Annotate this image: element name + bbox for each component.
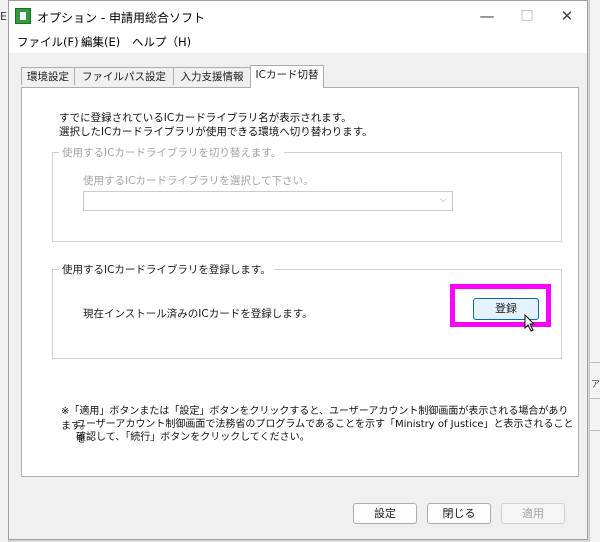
register-library-legend: 使用するICカードライブラリを登録します。 [59,262,274,277]
background-divider [590,430,600,431]
close-button[interactable]: 閉じる [427,503,491,524]
tab-environment[interactable]: 環境設定 [21,67,75,85]
register-library-text: 現在インストール済みのICカードを登録します。 [83,308,313,320]
description-line-2: 選択したICカードライブラリが使用できる環境へ切り替わります。 [59,126,373,138]
menu-file[interactable]: ファイル(F) [17,34,79,50]
title-bar[interactable]: オプション - 申請用総合ソフト — ☐ ✕ [9,1,587,31]
apply-button: 適用 [501,503,565,524]
menu-help[interactable]: ヘルプ（H) [132,34,191,50]
background-divider [590,398,600,399]
tab-ic-card-switch[interactable]: ICカード切替 [250,65,324,88]
menu-edit[interactable]: 編集(E) [81,34,120,50]
menu-bar: ファイル(F) 編集(E) ヘルプ（H) [9,31,587,53]
chevron-down-icon: ⌵ [439,194,447,205]
note-line-3: 確認して、「続行」ボタンをクリックしてください。 [76,432,310,443]
close-window-button[interactable]: ✕ [547,1,587,31]
options-dialog: オプション - 申請用総合ソフト — ☐ ✕ ファイル(F) 編集(E) ヘルプ… [8,0,588,540]
window-title: オプション - 申請用総合ソフト [37,11,205,25]
mouse-cursor-icon [524,314,536,332]
background-app-left-label: E [0,10,7,23]
minimize-button[interactable]: — [467,1,507,31]
select-library-prompt: 使用するICカードライブラリを選択して下さい。 [83,175,314,187]
background-divider [590,362,600,363]
description-line-1: すでに登録されているICカードライブラリ名が表示されます。 [59,112,352,124]
switch-library-group: 使用するICカードライブラリを切り替えます。 使用するICカードライブラリを選択… [52,145,562,242]
tab-input-support[interactable]: 入力支援情報 [173,67,251,85]
background-app-right-label: ア [590,380,600,390]
ic-card-tab-panel: すでに登録されているICカードライブラリ名が表示されます。 選択したICカードラ… [21,87,579,477]
switch-library-legend: 使用するICカードライブラリを切り替えます。 [59,145,285,160]
background-app-right: ア [589,0,600,542]
maximize-button: ☐ [520,7,534,25]
settings-button[interactable]: 設定 [353,503,417,524]
tab-file-path[interactable]: ファイルパス設定 [74,67,174,85]
app-icon [15,8,31,24]
library-select: ⌵ [83,191,453,211]
